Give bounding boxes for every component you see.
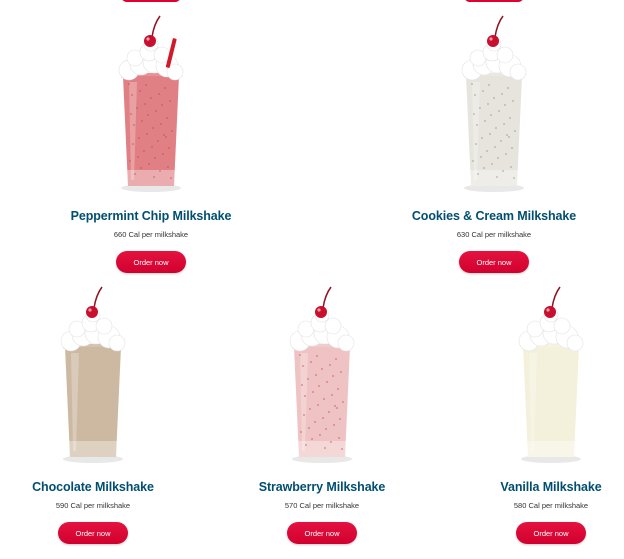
cherry-stem bbox=[494, 15, 504, 38]
product-name[interactable]: Peppermint Chip Milkshake bbox=[61, 209, 241, 223]
calorie-info: 660 Cal per milkshake bbox=[113, 230, 189, 239]
cup-bottom bbox=[527, 441, 575, 457]
cherry bbox=[144, 35, 156, 47]
product-card-peppermint-chip: Peppermint Chip Milkshake 660 Cal per mi… bbox=[61, 10, 241, 280]
order-now-button[interactable]: Order now bbox=[459, 251, 529, 273]
product-card-strawberry: Strawberry Milkshake 570 Cal per milksha… bbox=[232, 281, 412, 551]
cherry-shine bbox=[88, 308, 92, 312]
cherry bbox=[315, 306, 327, 318]
cherry-shine bbox=[317, 308, 321, 312]
product-name[interactable]: Vanilla Milkshake bbox=[461, 480, 624, 494]
order-now-button[interactable]: Order now bbox=[116, 251, 186, 273]
product-name[interactable]: Strawberry Milkshake bbox=[232, 480, 412, 494]
calorie-info: 630 Cal per milkshake bbox=[456, 230, 532, 239]
cherry-shine bbox=[489, 37, 493, 41]
cup-bottom bbox=[298, 441, 346, 457]
order-now-button[interactable]: Order now bbox=[58, 522, 128, 544]
order-now-button[interactable]: Order now bbox=[516, 522, 586, 544]
cup-bottom bbox=[69, 441, 117, 457]
peppermint-chip-milkshake-image[interactable] bbox=[61, 10, 241, 206]
order-now-button-partial[interactable] bbox=[464, 0, 524, 2]
cherry bbox=[86, 306, 98, 318]
calorie-info: 590 Cal per milkshake bbox=[55, 501, 131, 510]
cherry-shine bbox=[546, 308, 550, 312]
cup-bottom bbox=[470, 170, 518, 186]
order-now-button-partial[interactable] bbox=[121, 0, 181, 2]
product-card-chocolate: Chocolate Milkshake 590 Cal per milkshak… bbox=[3, 281, 183, 551]
cherry-stem bbox=[322, 286, 332, 309]
strawberry-milkshake-image[interactable] bbox=[232, 281, 412, 477]
cookies-cream-milkshake-image[interactable] bbox=[404, 10, 584, 206]
cherry-stem bbox=[151, 15, 161, 38]
product-card-vanilla: Vanilla Milkshake 580 Cal per milkshake … bbox=[461, 281, 624, 551]
product-card-cookies-cream: Cookies & Cream Milkshake 630 Cal per mi… bbox=[404, 10, 584, 280]
calorie-info: 570 Cal per milkshake bbox=[284, 501, 360, 510]
calorie-info: 580 Cal per milkshake bbox=[513, 501, 589, 510]
chocolate-milkshake-image[interactable] bbox=[3, 281, 183, 477]
cup-bottom bbox=[127, 170, 175, 186]
cherry-shine bbox=[146, 37, 150, 41]
vanilla-milkshake-image[interactable] bbox=[461, 281, 624, 477]
cherry-stem bbox=[93, 286, 103, 309]
cherry bbox=[487, 35, 499, 47]
cherry-stem bbox=[551, 286, 561, 309]
product-name[interactable]: Chocolate Milkshake bbox=[3, 480, 183, 494]
order-now-button[interactable]: Order now bbox=[287, 522, 357, 544]
cherry bbox=[544, 306, 556, 318]
product-name[interactable]: Cookies & Cream Milkshake bbox=[404, 209, 584, 223]
